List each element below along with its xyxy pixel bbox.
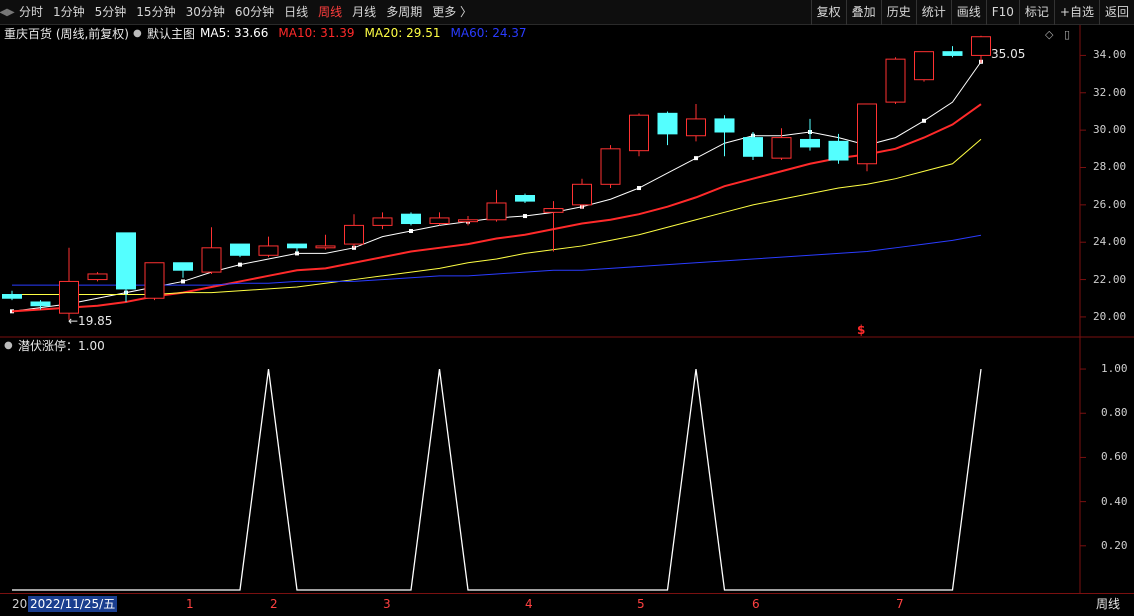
candle [429, 212, 450, 226]
candle [258, 236, 279, 258]
ma5-point [637, 186, 641, 191]
candles [2, 35, 991, 320]
toolbar-button-3[interactable]: 统计 [915, 0, 951, 25]
candle [828, 133, 849, 164]
price-axis [1080, 54, 1086, 318]
period-tab-2[interactable]: 5分钟 [90, 0, 132, 25]
ma5-point [523, 214, 527, 219]
period-tab-8[interactable]: 月线 [347, 0, 381, 25]
candle [686, 103, 706, 142]
price-tick-label: 30.00 [1093, 123, 1127, 137]
kline-chart[interactable] [0, 25, 1134, 593]
candle [771, 128, 792, 161]
indicator-line [12, 368, 982, 591]
ma5-point [295, 251, 299, 256]
indicator-tick-label: 0.20 [1101, 538, 1128, 552]
toolbar-button-7[interactable]: +自选 [1053, 0, 1099, 25]
candle [230, 243, 250, 258]
candle [600, 145, 621, 189]
date-axis-year: 20 [12, 597, 28, 611]
cursor-date: 2022/11/25/五 [28, 596, 118, 612]
toolbar-button-2[interactable]: 历史 [880, 0, 916, 25]
max-price-label: 35.05 [991, 47, 1026, 61]
indicator-axis [1080, 368, 1086, 547]
candle [486, 189, 507, 222]
period-toolbar: ◀▶ 分时 1分钟 5分钟 15分钟 30分钟 60分钟 日线 周线 月线 多周期 更多 〉 复权叠… [0, 0, 1134, 25]
candle [144, 262, 165, 301]
period-tab-9[interactable]: 多周期 [381, 0, 427, 25]
toolbar-button-1[interactable]: 叠加 [845, 0, 881, 25]
candle [657, 111, 678, 146]
month-mark: 4 [525, 597, 533, 611]
ma5-point [694, 156, 698, 161]
toolbar-button-6[interactable]: 标记 [1018, 0, 1054, 25]
candle [173, 262, 193, 278]
month-mark: 6 [752, 597, 760, 611]
candle [87, 272, 108, 282]
min-price-label: ←19.85 [68, 314, 113, 328]
indicator-title: 潜伏涨停：1.00 [18, 339, 105, 353]
price-tick-label: 24.00 [1093, 235, 1127, 249]
candle [543, 201, 564, 252]
function-buttons: 复权 叠加 历史 统计 画线 F10 标记 +自选 返回 [810, 0, 1134, 25]
candle [287, 243, 307, 252]
ma5-point [181, 279, 185, 284]
month-mark: 5 [637, 597, 645, 611]
period-tab-10[interactable]: 更多 〉 [427, 0, 477, 25]
period-tab-3[interactable]: 15分钟 [131, 0, 180, 25]
period-tab-7[interactable]: 周线 [313, 0, 347, 25]
toolbar-button-4[interactable]: 画线 [950, 0, 986, 25]
candle [201, 227, 222, 274]
indicator-tick-label: 0.40 [1101, 494, 1128, 508]
price-tick-label: 26.00 [1093, 197, 1127, 211]
ma5-point [922, 118, 926, 123]
month-mark: 2 [270, 597, 278, 611]
candle [59, 247, 79, 320]
period-tab-1[interactable]: 1分钟 [48, 0, 90, 25]
price-tick-label: 32.00 [1093, 85, 1127, 99]
signal-mark: $ [857, 323, 866, 337]
toolbar-button-8[interactable]: 返回 [1098, 0, 1134, 25]
price-tick-label: 28.00 [1093, 160, 1127, 174]
candle [515, 193, 535, 203]
month-mark: 3 [383, 597, 391, 611]
candle [2, 290, 22, 301]
candle [857, 103, 877, 172]
indicator-polyline [12, 368, 982, 591]
candle [885, 57, 906, 104]
candle [372, 212, 393, 230]
candle [714, 115, 735, 157]
indicator-tick-label: 0.60 [1101, 450, 1128, 464]
candle [629, 113, 649, 157]
ma5-point [238, 262, 242, 267]
price-tick-label: 22.00 [1093, 272, 1127, 286]
period-tab[interactable]: 周线 [1082, 596, 1134, 612]
candle [572, 178, 592, 209]
candle [401, 212, 421, 226]
toolbar-button-5[interactable]: F10 [985, 0, 1019, 25]
period-tab-0[interactable]: 分时 [14, 0, 48, 25]
candle [315, 234, 336, 250]
candle [942, 46, 963, 58]
price-tick-label: 20.00 [1093, 309, 1127, 323]
candle [344, 214, 364, 248]
date-axis: 20 2022/11/25/五 1 2 3 4 5 6 7 周线 [0, 593, 1134, 616]
toolbar-button-0[interactable]: 复权 [810, 0, 846, 25]
candle [914, 51, 934, 82]
period-tab-5[interactable]: 60分钟 [230, 0, 279, 25]
indicator-tick-label: 0.80 [1101, 406, 1128, 420]
price-tick-label: 34.00 [1093, 48, 1127, 62]
candle [971, 35, 991, 63]
period-tab-4[interactable]: 30分钟 [181, 0, 230, 25]
month-mark: 7 [896, 597, 904, 611]
period-tab-6[interactable]: 日线 [279, 0, 313, 25]
period-tabs: ◀▶ 分时 1分钟 5分钟 15分钟 30分钟 60分钟 日线 周线 月线 多周期 更多 〉 [0, 0, 477, 25]
month-mark: 1 [186, 597, 194, 611]
candle [458, 216, 478, 226]
indicator-chevron-icon[interactable]: ● [4, 338, 13, 354]
indicator-tick-label: 1.00 [1101, 362, 1128, 376]
ma5-point [409, 229, 413, 233]
candle [800, 118, 820, 151]
toolbar-handle-icon[interactable]: ◀▶ [0, 0, 15, 25]
